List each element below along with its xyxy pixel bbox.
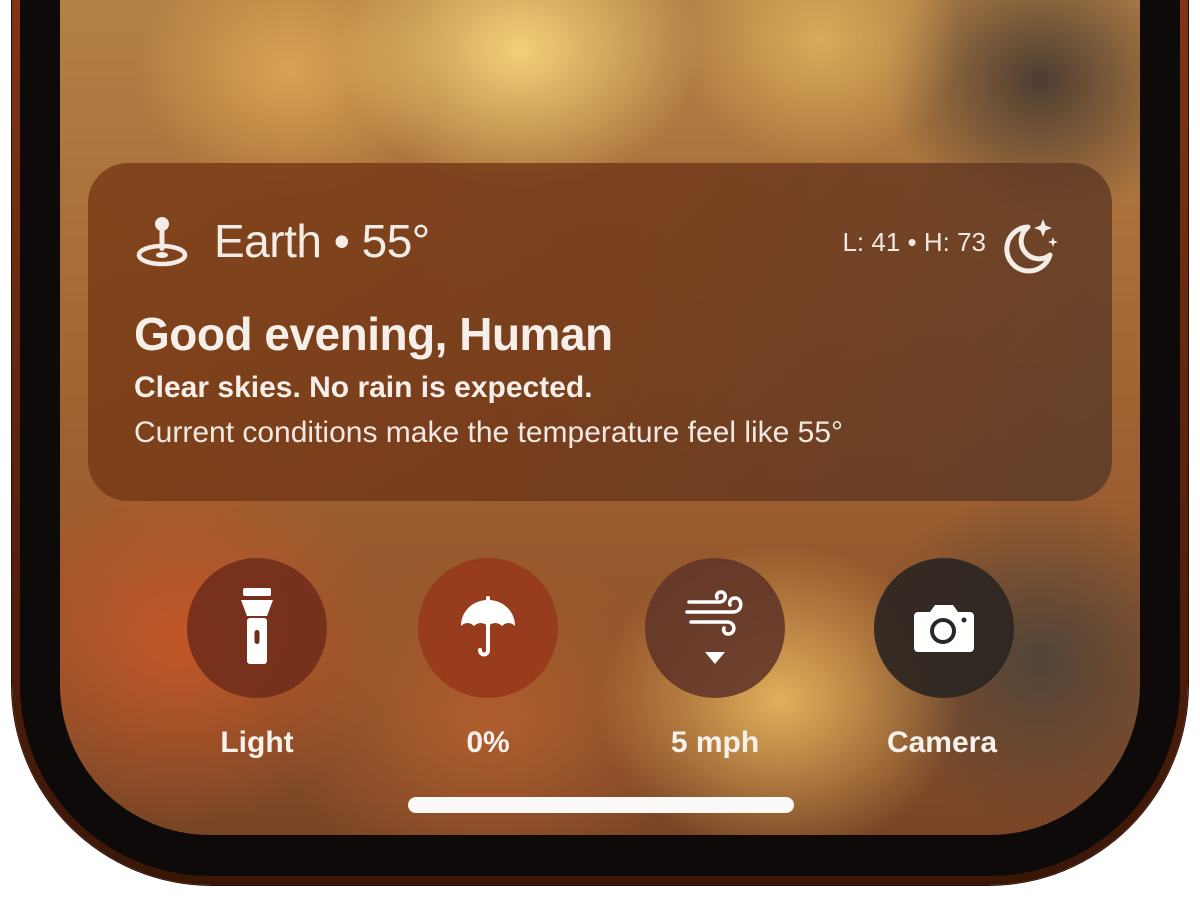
flashlight-label: Light xyxy=(220,726,294,759)
wind-button[interactable] xyxy=(645,558,785,698)
greeting-title: Good evening, Human xyxy=(134,308,613,360)
camera-label: Camera xyxy=(886,726,998,759)
umbrella-icon xyxy=(461,596,515,657)
weather-detail: Current conditions make the temperature … xyxy=(134,416,844,449)
wind-icon xyxy=(685,590,743,664)
rain-chance-label: 0% xyxy=(466,726,510,759)
low-high-temperature: L: 41 • H: 73 xyxy=(842,227,986,257)
location-pin-icon xyxy=(136,217,188,267)
weather-widget[interactable]: Earth • 55° L: 41 • H: 73 Good evening, … xyxy=(88,163,1112,501)
flashlight-button[interactable] xyxy=(187,558,327,698)
wind-speed-label: 5 mph xyxy=(670,726,760,759)
rain-chance-button[interactable] xyxy=(418,558,558,698)
camera-button[interactable] xyxy=(874,558,1014,698)
flashlight-icon xyxy=(241,588,273,664)
weather-location-row: Earth • 55° xyxy=(134,213,430,269)
lock-screen: Earth • 55° L: 41 • H: 73 Good evening, … xyxy=(0,0,1200,900)
home-indicator[interactable] xyxy=(408,797,794,813)
camera-icon xyxy=(914,605,974,652)
weather-summary: Clear skies. No rain is expected. xyxy=(134,371,593,404)
location-temperature: Earth • 55° xyxy=(214,215,430,267)
moon-stars-icon xyxy=(1004,219,1058,274)
